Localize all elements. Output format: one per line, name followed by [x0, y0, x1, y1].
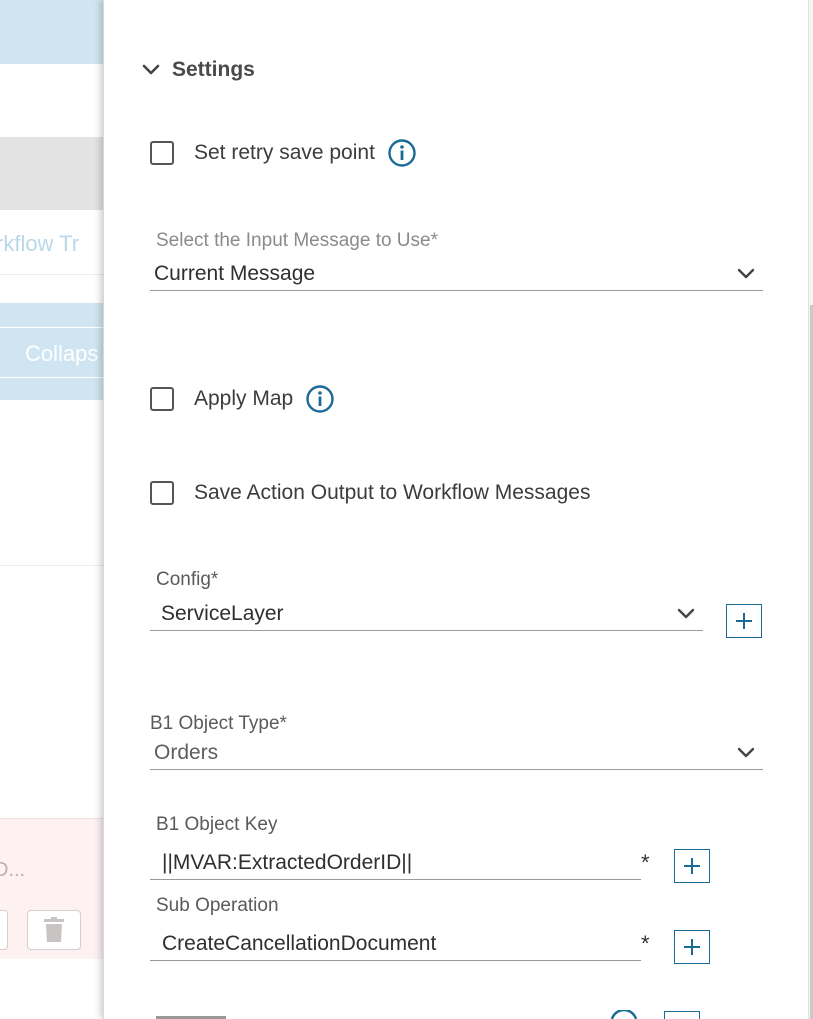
next-field-label-cutoff [156, 1011, 286, 1019]
input-message-label: Select the Input Message to Use* [156, 230, 438, 251]
config-value: ServiceLayer [161, 602, 284, 625]
input-message-value: Current Message [154, 262, 316, 285]
config-label: Config* [156, 569, 219, 590]
save-output-label: Save Action Output to Workflow Messages [194, 481, 591, 504]
save-output-row: Save Action Output to Workflow Messages [150, 481, 590, 505]
info-icon[interactable] [387, 138, 417, 168]
bg-card-text: D... [0, 859, 26, 881]
bg-divider [0, 565, 103, 566]
settings-title: Settings [172, 58, 255, 81]
apply-map-row: Apply Map [150, 384, 335, 414]
settings-panel: Settings Set retry save point Select the… [103, 0, 809, 1019]
b1-object-type-value: Orders [154, 741, 219, 764]
plus-icon [736, 613, 752, 629]
info-icon[interactable] [305, 384, 335, 414]
info-icon[interactable] [609, 1010, 639, 1019]
add-sub-operation-button[interactable] [674, 930, 710, 964]
sub-operation-label: Sub Operation [156, 895, 279, 916]
input-message-select[interactable]: Current Message [150, 258, 763, 291]
bg-pink-card: D... [0, 818, 103, 959]
bg-collapse-text: Collaps [25, 341, 99, 366]
add-config-button[interactable] [726, 604, 762, 638]
panel-scrollbar[interactable] [808, 0, 813, 1019]
settings-section-header[interactable]: Settings [140, 58, 255, 82]
retry-save-point-checkbox[interactable] [150, 141, 174, 165]
save-output-checkbox[interactable] [150, 481, 174, 505]
sub-operation-input[interactable] [150, 927, 641, 961]
sub-operation-required: * [641, 931, 650, 956]
bg-delete-button[interactable] [27, 910, 81, 950]
bg-header-bar [0, 0, 103, 64]
chevron-down-icon [737, 268, 755, 279]
next-add-button-cutoff[interactable] [664, 1011, 700, 1019]
config-select[interactable]: ServiceLayer [150, 598, 703, 631]
b1-object-type-label: B1 Object Type* [150, 713, 287, 734]
background-app: rkflow Tr Collaps D... [0, 0, 103, 1019]
b1-object-key-input[interactable] [150, 846, 641, 880]
retry-save-point-label: Set retry save point [194, 141, 375, 164]
chevron-down-icon [677, 608, 695, 619]
bg-workflow-row[interactable]: rkflow Tr [0, 212, 103, 275]
bg-card-button-left[interactable] [0, 910, 8, 950]
plus-icon [684, 939, 700, 955]
apply-map-label: Apply Map [194, 387, 294, 410]
b1-object-key-label: B1 Object Key [156, 814, 278, 835]
bg-workflow-text: rkflow Tr [0, 231, 80, 256]
apply-map-checkbox[interactable] [150, 387, 174, 411]
b1-object-type-select[interactable]: Orders [150, 737, 763, 770]
retry-save-point-row: Set retry save point [150, 138, 417, 168]
chevron-down-icon [737, 747, 755, 758]
chevron-down-icon [142, 64, 160, 75]
b1-object-key-required: * [641, 850, 650, 875]
trash-icon [44, 917, 64, 942]
bg-gray-bar [0, 137, 103, 210]
add-b1-object-key-button[interactable] [674, 849, 710, 883]
bg-collapse-bar[interactable]: Collaps [0, 303, 103, 400]
plus-icon [684, 858, 700, 874]
